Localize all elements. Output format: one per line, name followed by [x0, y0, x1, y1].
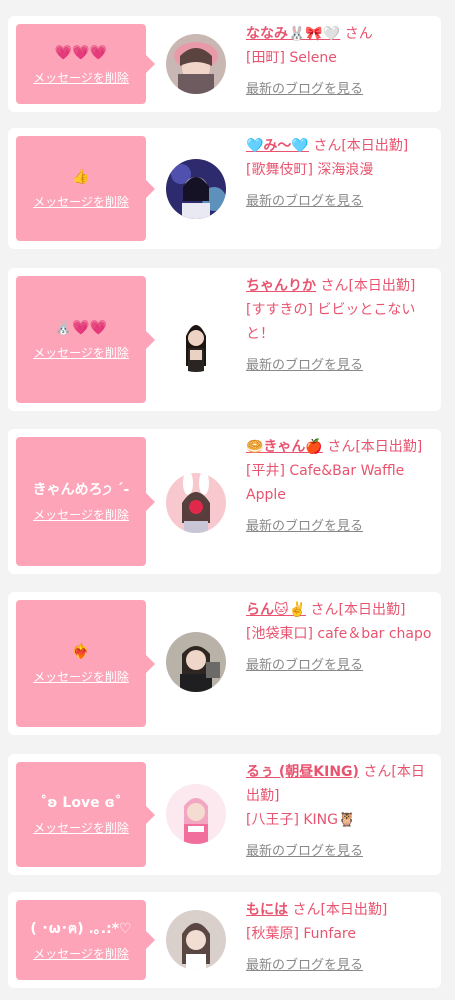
delete-message-link[interactable]: メッセージを削除 [33, 945, 129, 962]
shop-label: [歌舞伎町] 深海浪漫 [246, 162, 374, 178]
shop-label: [八王子] KING🦉 [246, 812, 356, 828]
message-text: 💗💗💗 [54, 44, 108, 61]
message-bubble: ( ･ω･ฅ) .｡.:*♡ メッセージを削除 [16, 900, 155, 980]
cast-name-link[interactable]: ちゃんりか [246, 278, 316, 294]
message-bubble: きゃんめろ੭ ˊ- メッセージを削除 [16, 437, 155, 566]
profile-info: るぅ (朝昼KING) さん[本日出勤] [八王子] KING🦉 最新のブログを… [246, 760, 436, 862]
avatar[interactable] [166, 312, 226, 372]
shop-label: [すすきの] ビビッとこないと！ [246, 302, 416, 342]
name-suffix: さん[本日出勤] [310, 602, 406, 618]
list-item: ❤️‍🔥 メッセージを削除 らん🐱✌️ さん[本日出勤] [池袋東口] cafe… [8, 592, 441, 735]
avatar[interactable] [166, 632, 226, 692]
message-bubble: ❤️‍🔥 メッセージを削除 [16, 600, 155, 727]
name-suffix: さん[本日出勤] [327, 439, 423, 455]
message-text: ❤️‍🔥 [72, 644, 90, 660]
avatar[interactable] [166, 784, 226, 844]
latest-blog-link[interactable]: 最新のブログを見る [246, 356, 363, 376]
list-item: きゃんめろ੭ ˊ- メッセージを削除 🥯きゃん🍎 さん[本日出勤] [平井] C… [8, 429, 441, 574]
name-suffix: さん[本日出勤] [313, 138, 409, 154]
shop-label: [田町] Selene [246, 50, 337, 66]
delete-message-link[interactable]: メッセージを削除 [33, 506, 129, 523]
profile-info: 🩵み〜🩵 さん[本日出勤] [歌舞伎町] 深海浪漫 最新のブログを見る [246, 134, 436, 212]
latest-blog-link[interactable]: 最新のブログを見る [246, 192, 363, 212]
delete-message-link[interactable]: メッセージを削除 [33, 819, 129, 836]
message-list: 💗💗💗 メッセージを削除 ななみ🐰🎀🤍 さん [田町] Selene 最新のブロ… [0, 0, 455, 1000]
name-suffix: さん [344, 26, 373, 42]
message-bubble: ˚ʚ Love ɞ˚ メッセージを削除 [16, 762, 155, 867]
latest-blog-link[interactable]: 最新のブログを見る [246, 656, 363, 676]
profile-info: ななみ🐰🎀🤍 さん [田町] Selene 最新のブログを見る [246, 22, 436, 100]
list-item: ( ･ω･ฅ) .｡.:*♡ メッセージを削除 もには さん[本日出勤] [秋葉… [8, 892, 441, 988]
cast-name-link[interactable]: もには [246, 902, 288, 918]
delete-message-link[interactable]: メッセージを削除 [33, 668, 129, 685]
name-suffix: さん[本日出勤] [320, 278, 416, 294]
profile-info: もには さん[本日出勤] [秋葉原] Funfare 最新のブログを見る [246, 898, 436, 976]
message-text: きゃんめろ੭ ˊ- [32, 482, 130, 498]
cast-name-link[interactable]: 🥯きゃん🍎 [246, 439, 323, 455]
delete-message-link[interactable]: メッセージを削除 [33, 193, 129, 210]
cast-name-link[interactable]: ななみ🐰🎀🤍 [246, 26, 340, 42]
profile-info: 🥯きゃん🍎 さん[本日出勤] [平井] Cafe&Bar Waffle Appl… [246, 435, 436, 537]
cast-name-link[interactable]: らん🐱✌️ [246, 602, 306, 618]
latest-blog-link[interactable]: 最新のブログを見る [246, 956, 363, 976]
latest-blog-link[interactable]: 最新のブログを見る [246, 842, 363, 862]
shop-label: [秋葉原] Funfare [246, 926, 356, 942]
list-item: 👍 メッセージを削除 🩵み〜🩵 さん[本日出勤] [歌舞伎町] 深海浪漫 最新の… [8, 128, 441, 249]
message-bubble: 💗💗💗 メッセージを削除 [16, 24, 155, 104]
shop-label: [池袋東口] cafe＆bar chapo [246, 626, 432, 642]
avatar[interactable] [166, 473, 226, 533]
message-text: ( ･ω･ฅ) .｡.:*♡ [30, 920, 132, 937]
profile-info: ちゃんりか さん[本日出勤] [すすきの] ビビッとこないと！ 最新のブログを見… [246, 274, 436, 376]
message-bubble: 👍 メッセージを削除 [16, 136, 155, 241]
delete-message-link[interactable]: メッセージを削除 [33, 344, 129, 361]
list-item: ˚ʚ Love ɞ˚ メッセージを削除 るぅ (朝昼KING) さん[本日出勤]… [8, 754, 441, 875]
message-text: 🐰💗💗 [54, 320, 108, 336]
avatar[interactable] [166, 159, 226, 219]
message-bubble: 🐰💗💗 メッセージを削除 [16, 276, 155, 403]
latest-blog-link[interactable]: 最新のブログを見る [246, 80, 363, 100]
list-item: 🐰💗💗 メッセージを削除 ちゃんりか さん[本日出勤] [すすきの] ビビッとこ… [8, 268, 441, 411]
message-text: ˚ʚ Love ɞ˚ [40, 795, 122, 811]
avatar[interactable] [166, 34, 226, 94]
name-suffix: さん[本日出勤] [292, 902, 388, 918]
cast-name-link[interactable]: るぅ (朝昼KING) [246, 764, 359, 780]
profile-info: らん🐱✌️ さん[本日出勤] [池袋東口] cafe＆bar chapo 最新の… [246, 598, 436, 676]
shop-label: [平井] Cafe&Bar Waffle Apple [246, 463, 405, 503]
message-text: 👍 [72, 169, 90, 185]
list-item: 💗💗💗 メッセージを削除 ななみ🐰🎀🤍 さん [田町] Selene 最新のブロ… [8, 16, 441, 112]
avatar[interactable] [166, 910, 226, 970]
latest-blog-link[interactable]: 最新のブログを見る [246, 517, 363, 537]
cast-name-link[interactable]: 🩵み〜🩵 [246, 138, 309, 154]
delete-message-link[interactable]: メッセージを削除 [33, 69, 129, 86]
